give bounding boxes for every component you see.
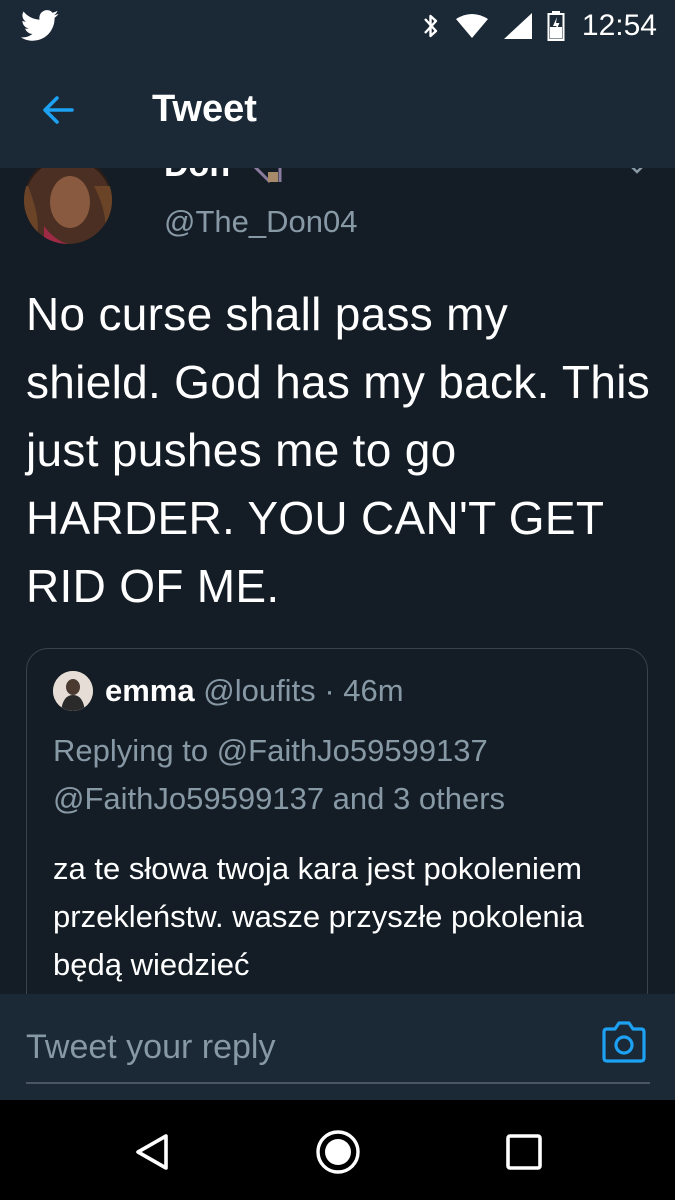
camera-icon[interactable] <box>600 1020 648 1064</box>
author-avatar[interactable] <box>24 168 112 244</box>
back-triangle-icon[interactable] <box>128 1128 176 1176</box>
reply-input[interactable]: Tweet your reply <box>26 1028 275 1067</box>
home-circle-icon[interactable] <box>314 1128 362 1176</box>
quoted-handle: @loufits <box>203 673 316 708</box>
page-title: Tweet <box>152 88 257 130</box>
bluetooth-icon <box>424 14 438 38</box>
status-time: 12:54 <box>581 9 657 42</box>
recents-square-icon[interactable] <box>500 1128 548 1176</box>
quoted-time: · 46m <box>324 673 404 708</box>
bow-and-arrow-emoji-icon <box>253 168 282 184</box>
back-arrow-icon[interactable] <box>38 90 78 130</box>
quoted-tweet[interactable]: emma @loufits · 46m Replying to @FaithJo… <box>26 648 648 994</box>
battery-icon <box>547 11 565 41</box>
quoted-header: emma @loufits · 46m <box>105 673 404 709</box>
status-bar: 12:54 <box>0 0 675 52</box>
reply-input-underline <box>26 1082 650 1084</box>
author-handle[interactable]: @The_Don04 <box>164 204 357 240</box>
twitter-bird-icon <box>20 10 59 41</box>
tweet-detail: Don @The_Don04 No curse shall pass my sh… <box>0 168 675 994</box>
reply-bar: Tweet your reply <box>0 994 675 1100</box>
quoted-name: emma <box>105 673 195 708</box>
wifi-icon <box>456 14 488 38</box>
author-name: Don <box>164 168 230 185</box>
app-bar: Tweet <box>0 52 675 169</box>
signal-icon <box>504 13 532 39</box>
quoted-text: za te słowa twoja kara jest pokoleniem p… <box>53 851 584 982</box>
quoted-avatar[interactable] <box>53 671 93 711</box>
system-nav-bar <box>0 1100 675 1200</box>
replying-to[interactable]: Replying to @FaithJo59599137 @FaithJo595… <box>53 727 633 823</box>
tweet-text: No curse shall pass my shield. God has m… <box>26 288 651 612</box>
chevron-down-icon[interactable] <box>626 168 648 176</box>
